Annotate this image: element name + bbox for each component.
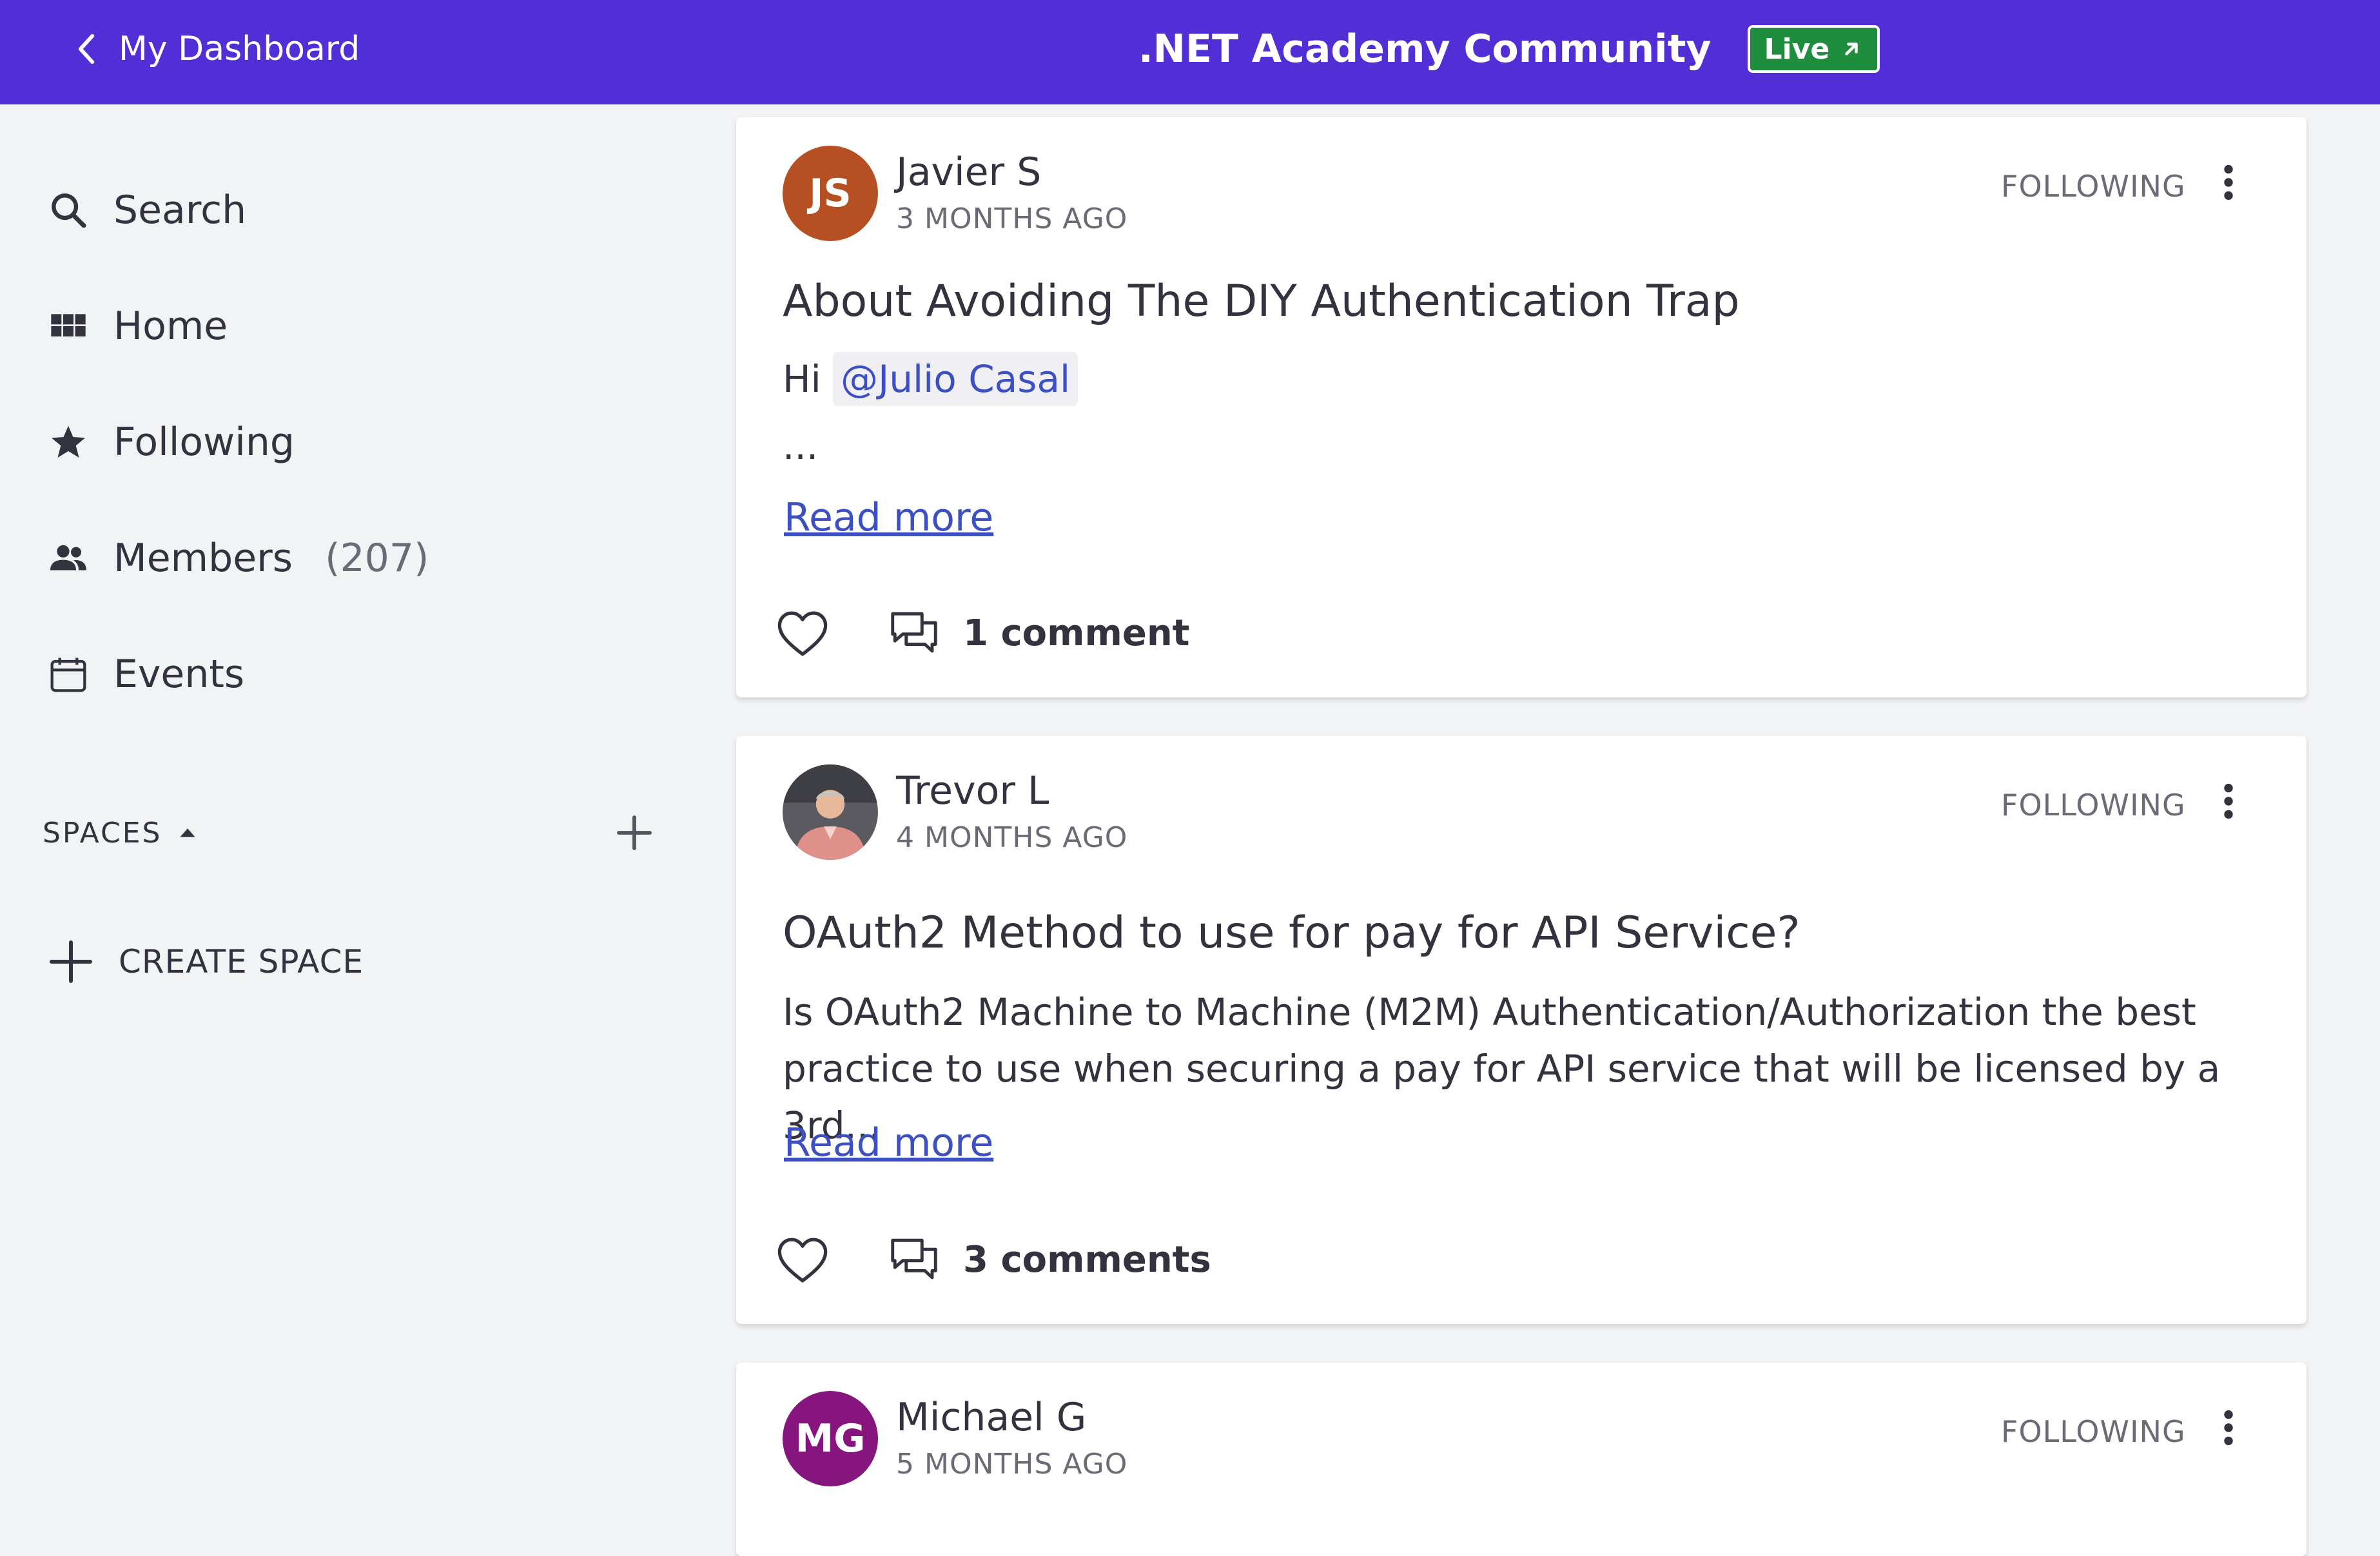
post-excerpt: Hi @Julio Casal xyxy=(783,351,2278,407)
people-icon xyxy=(48,538,89,579)
sidebar-item-members[interactable]: Members (207) xyxy=(48,526,429,590)
avatar[interactable] xyxy=(783,764,878,860)
comment-icon xyxy=(891,612,937,653)
post-ellipsis: ... xyxy=(783,424,819,468)
avatar[interactable]: MG xyxy=(783,1391,878,1486)
sidebar-item-label: Events xyxy=(113,652,245,697)
heart-icon[interactable] xyxy=(774,605,832,663)
avatar[interactable]: JS xyxy=(783,146,878,241)
live-label: Live xyxy=(1764,32,1830,66)
more-options-icon[interactable] xyxy=(2206,1405,2251,1450)
sidebar-item-events[interactable]: Events xyxy=(48,642,244,706)
user-photo xyxy=(783,764,878,860)
following-toggle[interactable]: FOLLOWING xyxy=(2001,169,2186,204)
sidebar-item-search[interactable]: Search xyxy=(48,178,246,242)
spaces-label: SPACES xyxy=(43,816,162,850)
post-author[interactable]: Michael G xyxy=(896,1395,1086,1440)
chevron-left-icon xyxy=(78,34,95,64)
spaces-section-header[interactable]: SPACES xyxy=(43,801,655,865)
post-author[interactable]: Javier S xyxy=(896,150,1041,195)
sidebar-item-following[interactable]: Following xyxy=(48,410,295,474)
post-author[interactable]: Trevor L xyxy=(896,768,1049,813)
read-more-link[interactable]: Read more xyxy=(784,1120,993,1165)
members-count: (207) xyxy=(325,536,429,581)
community-title: .NET Academy Community xyxy=(1138,26,1712,72)
community-header: .NET Academy Community Live xyxy=(1138,0,1880,98)
comment-count: 1 comment xyxy=(963,612,1190,654)
add-space-plus-icon[interactable] xyxy=(614,812,655,853)
read-more-link[interactable]: Read more xyxy=(784,495,993,540)
post-card: JS Javier S 3 MONTHS AGO FOLLOWING About… xyxy=(736,117,2307,697)
post-card: MG Michael G 5 MONTHS AGO FOLLOWING xyxy=(736,1363,2307,1556)
sidebar-item-label: Home xyxy=(113,304,228,349)
greeting-text: Hi xyxy=(783,357,821,401)
heart-icon[interactable] xyxy=(774,1231,832,1289)
grid-icon xyxy=(48,306,89,347)
top-bar: My Dashboard .NET Academy Community Live xyxy=(0,0,2380,104)
comment-count: 3 comments xyxy=(963,1238,1211,1281)
sidebar-item-label: Search xyxy=(113,188,247,233)
comments-button[interactable]: 3 comments xyxy=(887,1232,1211,1287)
sidebar: Search Home Following Members (207) Even… xyxy=(0,104,709,1521)
post-time: 5 MONTHS AGO xyxy=(896,1448,1128,1481)
back-label: My Dashboard xyxy=(119,30,360,68)
post-excerpt: Is OAuth2 Machine to Machine (M2M) Authe… xyxy=(783,990,2221,1147)
comment-icon xyxy=(891,1238,937,1279)
create-space-label: CREATE SPACE xyxy=(119,943,364,980)
calendar-icon xyxy=(48,654,89,695)
post-card: Trevor L 4 MONTHS AGO FOLLOWING OAuth2 M… xyxy=(736,736,2307,1324)
sidebar-item-home[interactable]: Home xyxy=(48,294,228,358)
plus-icon xyxy=(50,940,92,983)
live-badge[interactable]: Live xyxy=(1747,25,1880,73)
user-mention[interactable]: @Julio Casal xyxy=(833,352,1078,406)
create-space-button[interactable]: CREATE SPACE xyxy=(48,929,364,994)
back-to-dashboard-link[interactable]: My Dashboard xyxy=(72,0,360,98)
post-time: 4 MONTHS AGO xyxy=(896,821,1128,854)
sidebar-item-label: Following xyxy=(113,420,295,465)
caret-up-icon xyxy=(180,828,196,837)
star-icon xyxy=(48,422,89,463)
comments-button[interactable]: 1 comment xyxy=(887,606,1189,660)
external-arrow-icon xyxy=(1845,43,1858,55)
more-options-icon[interactable] xyxy=(2206,160,2251,205)
search-icon xyxy=(48,190,89,231)
post-title[interactable]: OAuth2 Method to use for pay for API Ser… xyxy=(783,908,1800,958)
sidebar-item-label: Members xyxy=(113,536,293,581)
more-options-icon[interactable] xyxy=(2206,779,2251,824)
post-title[interactable]: About Avoiding The DIY Authentication Tr… xyxy=(783,276,1740,327)
following-toggle[interactable]: FOLLOWING xyxy=(2001,1414,2186,1449)
following-toggle[interactable]: FOLLOWING xyxy=(2001,788,2186,822)
post-time: 3 MONTHS AGO xyxy=(896,202,1128,235)
